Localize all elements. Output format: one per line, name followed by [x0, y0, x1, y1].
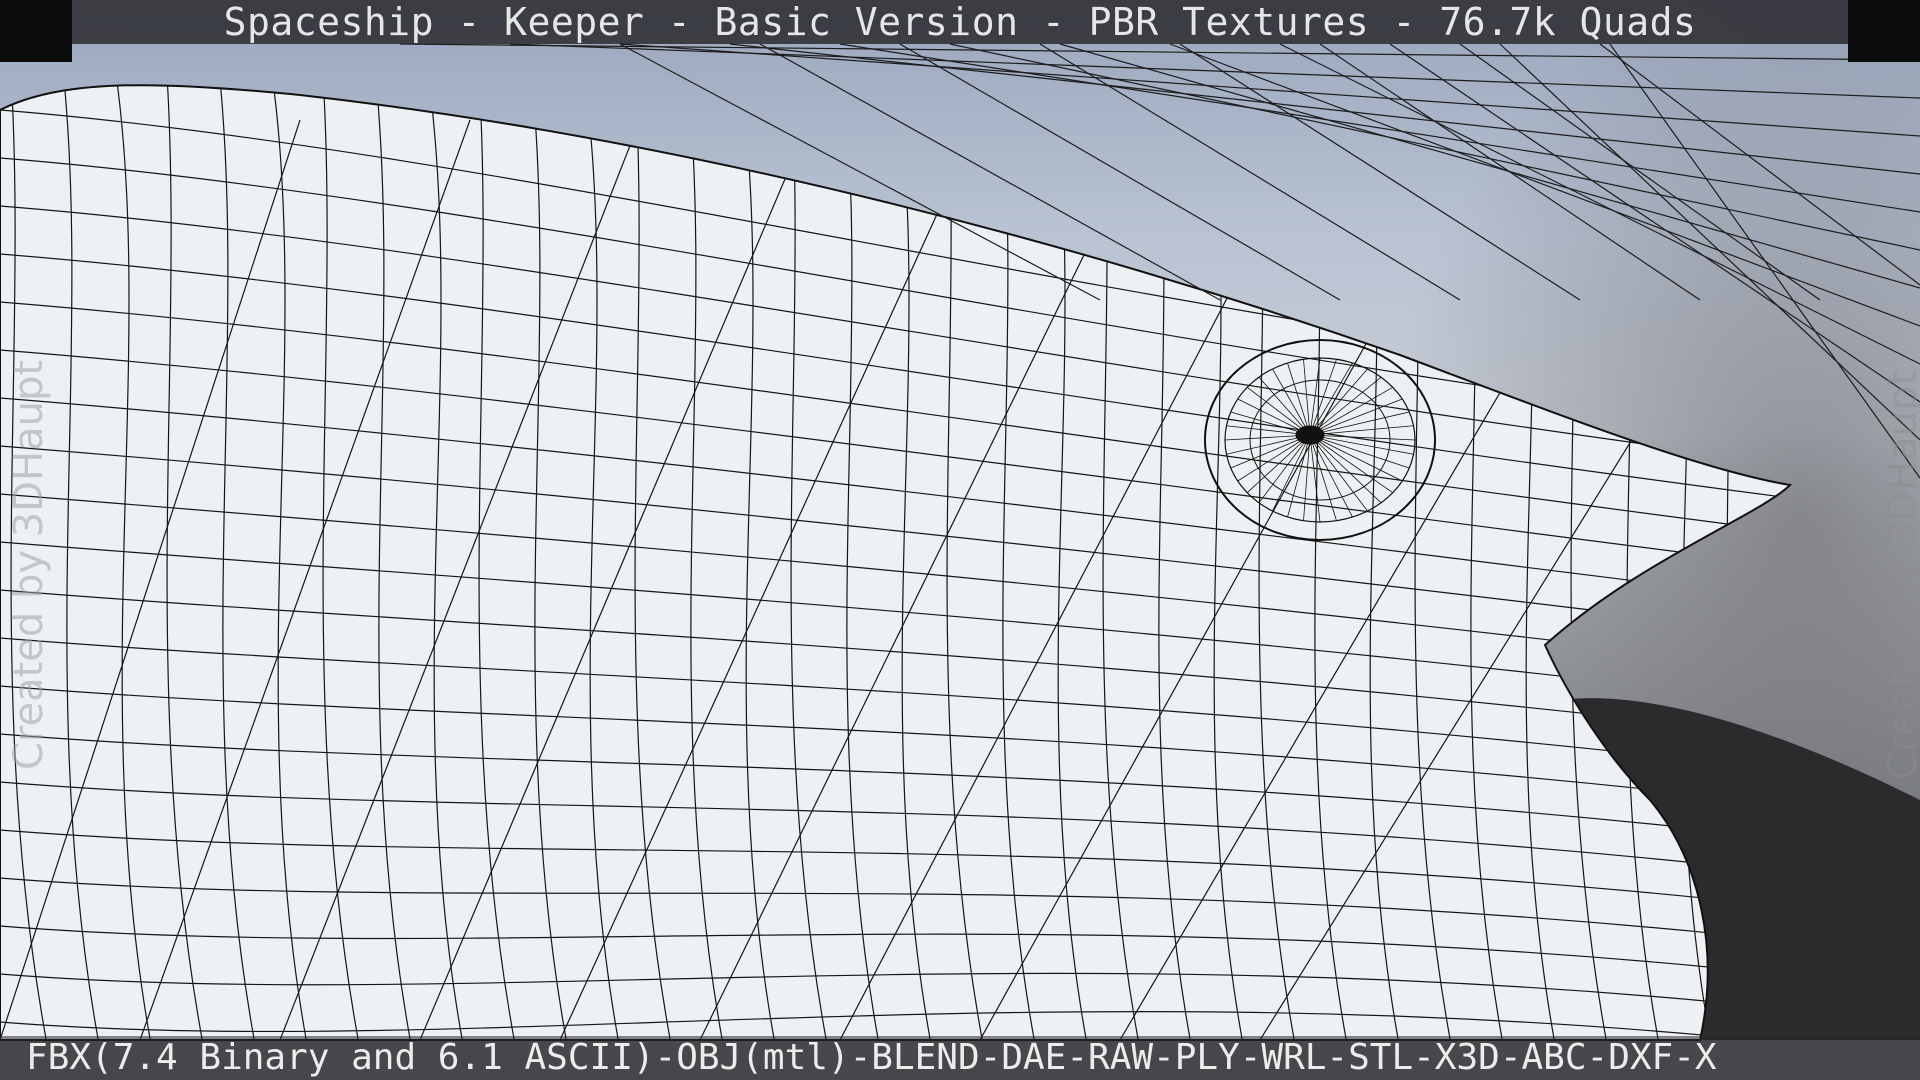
- title-banner: Spaceship - Keeper - Basic Version - PBR…: [72, 0, 1848, 44]
- page-title: Spaceship - Keeper - Basic Version - PBR…: [223, 0, 1697, 44]
- letterbox-corner-right: [1848, 0, 1920, 62]
- letterbox-corner-left: [0, 0, 72, 62]
- spaceship-wireframe-mesh: [0, 43, 1920, 1041]
- watermark-right: Created by 3DHaupt: [1880, 369, 1920, 780]
- file-formats-text: FBX(7.4 Binary and 6.1 ASCII)-OBJ(mtl)-B…: [26, 1037, 1717, 1078]
- 3d-viewport[interactable]: [0, 0, 1920, 1080]
- watermark-left: Created by 3DHaupt: [6, 359, 52, 770]
- file-formats-banner: FBX(7.4 Binary and 6.1 ASCII)-OBJ(mtl)-B…: [0, 1036, 1920, 1080]
